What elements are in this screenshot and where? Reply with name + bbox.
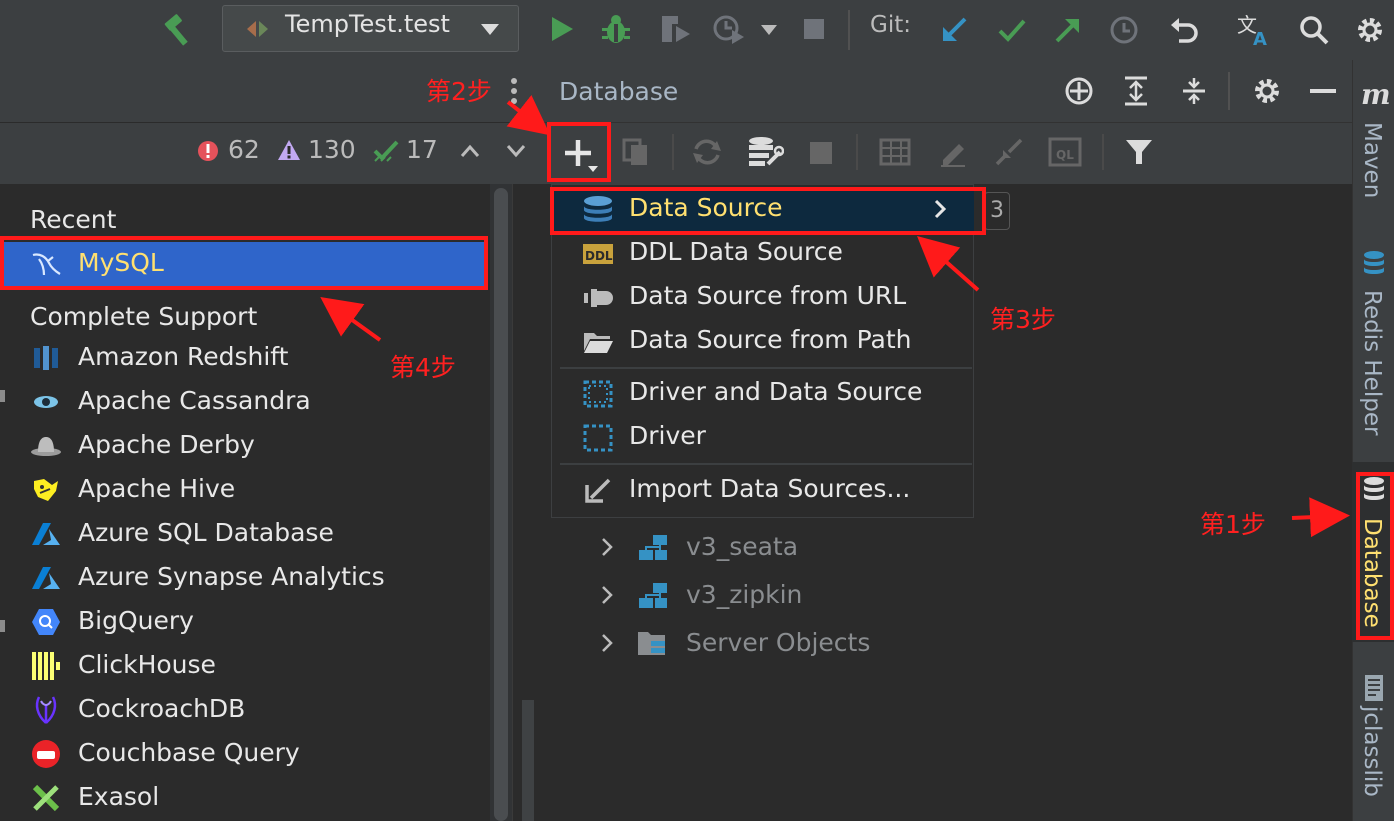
arrow-step-4 [320,296,382,342]
arrow-step-2 [506,94,551,136]
arrow-step-1 [1291,497,1350,538]
annotation-arrows [320,94,1350,538]
arrow-step-3 [917,236,980,292]
